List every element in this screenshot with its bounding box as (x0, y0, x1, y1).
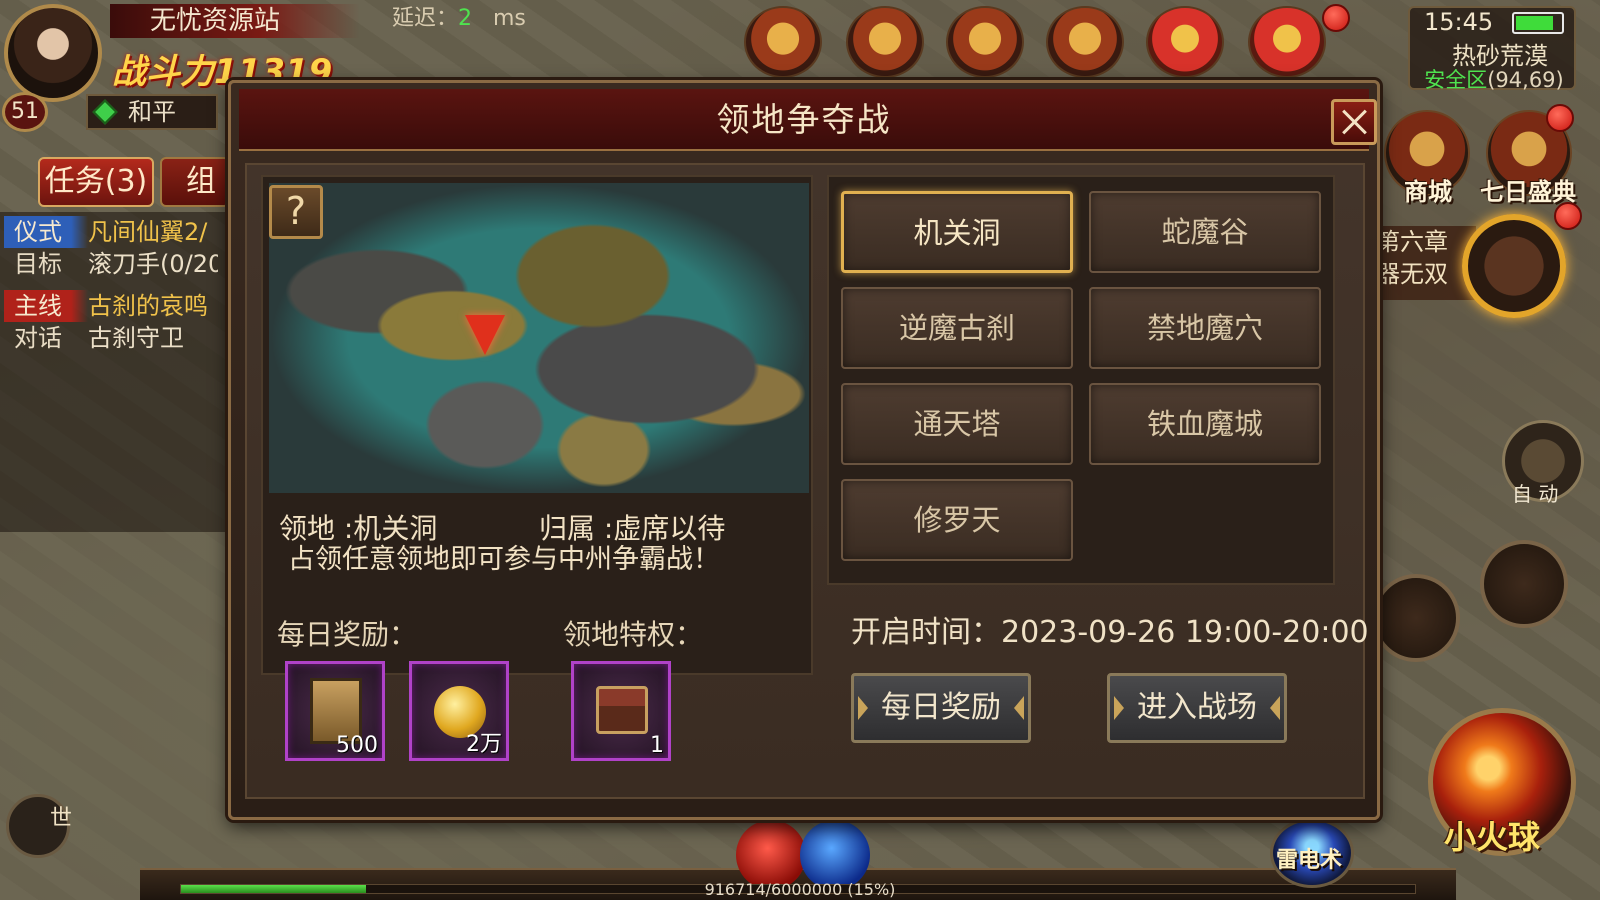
close-icon[interactable] (1331, 99, 1377, 145)
seven-day-label: 七日盛典 (1480, 178, 1576, 206)
reward-count: 2万 (466, 732, 502, 757)
daily-reward-heading: 每日奖励： (277, 618, 418, 651)
chapter-line-1: 第六章 (1376, 228, 1448, 256)
open-time: 开启时间：2023-09-26 19:00-20:00 (851, 607, 1369, 651)
help-button[interactable]: ? (269, 185, 323, 239)
quest-row[interactable]: 对话 古刹守卫 (4, 322, 218, 354)
territory-list: 机关洞 蛇魔谷 逆魔古刹 禁地魔穴 通天塔 铁血魔城 修罗天 (827, 175, 1335, 585)
latency-label: 延迟： (392, 6, 459, 31)
territory-map[interactable] (269, 183, 809, 493)
battery-level (1516, 16, 1554, 30)
reward-count: 500 (336, 733, 378, 758)
treasure-chest-icon[interactable] (1462, 214, 1566, 318)
quest-tag: 主线 (4, 290, 88, 322)
gift-box-icon[interactable] (1248, 6, 1326, 78)
treasure-chest-icon (596, 686, 648, 734)
quest-text: 古刹的哀鸣 (88, 292, 208, 320)
battery-icon (1512, 12, 1564, 34)
quest-tag: 对话 (14, 324, 62, 352)
chapter-line-2: 器无双 (1376, 260, 1448, 288)
player-avatar[interactable] (4, 4, 102, 102)
quest-text: 古刹守卫 (88, 324, 184, 352)
experience-fill (181, 885, 367, 893)
reward-item[interactable]: 500 (285, 661, 385, 761)
daily-reward-button[interactable]: 每日奖励 (851, 673, 1031, 743)
pk-mode-label: 和平 (128, 98, 176, 126)
skill-slot[interactable] (1480, 540, 1568, 628)
territory-button-jindimoxue[interactable]: 禁地魔穴 (1089, 287, 1321, 369)
latency-value: 2 (458, 6, 473, 31)
clock: 15:45 (1424, 8, 1494, 36)
player-coords: (94,69) (1487, 68, 1564, 92)
territory-button-xiuluotian[interactable]: 修罗天 (841, 479, 1073, 561)
enter-battlefield-button[interactable]: 进入战场 (1107, 673, 1287, 743)
territory-button-shemogu[interactable]: 蛇魔谷 (1089, 191, 1321, 273)
player-level: 51 (2, 92, 48, 132)
tab-group[interactable]: 组队 (160, 157, 230, 207)
tab-quests[interactable]: 任务(3) (38, 157, 154, 207)
player-name: 无忧资源站 (110, 4, 360, 38)
location-marker-icon (465, 315, 505, 355)
gold-pot-icon[interactable] (744, 6, 822, 78)
quest-tag: 仪式 (4, 216, 88, 248)
quest-tag: 目标 (14, 250, 62, 278)
quest-text: 滚刀手(0/20 (88, 250, 218, 278)
notification-badge (1546, 104, 1574, 132)
territory-button-nimoguchan[interactable]: 逆魔古刹 (841, 287, 1073, 369)
pk-mode-icon (92, 99, 118, 125)
territory-button-tongtianta[interactable]: 通天塔 (841, 383, 1073, 465)
privilege-heading: 领地特权： (563, 618, 704, 651)
open-time-value: 2023-09-26 19:00-20:00 (1001, 615, 1369, 650)
quest-row[interactable]: 主线 古刹的哀鸣 (4, 290, 218, 322)
experience-text: 916714/6000000 (15%) (704, 880, 896, 899)
dialog-header: 领地争夺战 (239, 89, 1377, 151)
quest-text: 凡间仙翼2/ (88, 218, 208, 246)
quest-row[interactable]: 仪式 凡间仙翼2/ (4, 216, 218, 248)
shop-label: 商城 (1404, 178, 1452, 206)
territory-info-panel: ? 领地 :机关洞 归属 :虚席以待 (261, 175, 813, 675)
tab-group-label: 组队 (186, 164, 216, 199)
privilege-item[interactable]: 1 (571, 661, 671, 761)
safety-label: 安全区 (1424, 68, 1488, 92)
privilege-count: 1 (650, 733, 664, 758)
open-time-label: 开启时间： (851, 615, 1001, 650)
gift-box-icon[interactable] (1146, 6, 1224, 78)
safety-status: 安全区(94,69) (1414, 64, 1574, 94)
territory-button-tiexuemocheng[interactable]: 铁血魔城 (1089, 383, 1321, 465)
latency-unit: ms (493, 6, 526, 31)
pagoda-icon[interactable] (846, 6, 924, 78)
auto-battle-label: 自 动 (1512, 482, 1559, 506)
flag-helmet-icon[interactable] (1046, 6, 1124, 78)
quest-row[interactable]: 目标 滚刀手(0/20 (4, 248, 218, 280)
world-chat-label: 世 (50, 806, 73, 831)
thunder-skill-label: 雷电术 (1276, 848, 1343, 873)
notification-badge (1554, 202, 1582, 230)
fireball-skill-label: 小火球 (1444, 818, 1541, 856)
palace-icon[interactable] (946, 6, 1024, 78)
skill-slot[interactable] (1372, 574, 1460, 662)
notification-badge (1322, 4, 1350, 32)
reward-item[interactable]: 2万 (409, 661, 509, 761)
territory-button-jiguandong[interactable]: 机关洞 (841, 191, 1073, 273)
territory-war-dialog: 领地争夺战 ? 领地 :机关洞 归属 :虚席以待 占领任意领地即可参与中州争霸战… (228, 80, 1380, 820)
dialog-title: 领地争夺战 (716, 100, 892, 139)
pk-mode-button[interactable]: 和平 (86, 94, 218, 130)
territory-note: 占领任意领地即可参与中州争霸战！ (288, 544, 720, 575)
chapter-banner[interactable]: 第六章 器无双 (1366, 226, 1476, 300)
latency-indicator: 延迟：2 ms (392, 0, 526, 32)
